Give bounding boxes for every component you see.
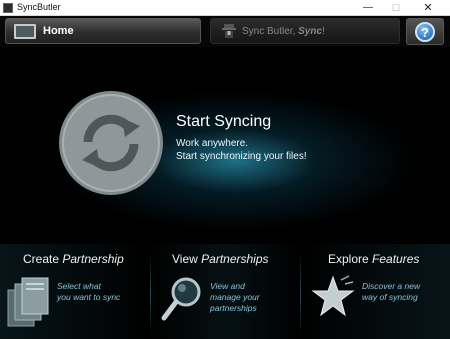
sync-arrows-icon[interactable] xyxy=(58,90,164,196)
start-syncing-title[interactable]: Start Syncing xyxy=(176,113,271,131)
magnifier-icon xyxy=(161,277,201,321)
minimize-button[interactable]: — xyxy=(354,0,382,16)
close-button[interactable]: ✕ xyxy=(414,0,442,16)
app-content: Home Sync Butler, Sync! ? Start Syncing … xyxy=(0,16,450,339)
app-icon xyxy=(3,3,13,13)
sync-butler-tab-label: Sync Butler, Sync! xyxy=(242,26,325,37)
explore-features-title: Explore Features xyxy=(328,252,420,266)
window-title: SyncButler xyxy=(17,2,61,12)
sync-butler-tab[interactable]: Sync Butler, Sync! xyxy=(210,18,400,44)
view-partnerships-title: View Partnerships xyxy=(172,252,269,266)
top-navigation: Home Sync Butler, Sync! ? xyxy=(0,16,450,47)
explore-features-panel[interactable]: Explore Features Discover a new way of s… xyxy=(300,244,450,339)
explore-features-description: Discover a new way of syncing xyxy=(362,281,421,302)
start-syncing-subtitle-1: Work anywhere. xyxy=(176,138,249,149)
create-partnership-panel[interactable]: Create Partnership Select what you want … xyxy=(0,244,150,339)
maximize-button[interactable]: ☐ xyxy=(382,0,410,16)
home-tab[interactable]: Home xyxy=(5,18,201,44)
help-icon: ? xyxy=(415,22,435,42)
home-tab-label: Home xyxy=(43,25,74,37)
help-button[interactable]: ? xyxy=(406,18,444,45)
title-bar: SyncButler — ☐ ✕ xyxy=(0,0,450,16)
star-icon xyxy=(311,275,355,317)
create-partnership-title: Create Partnership xyxy=(23,252,124,266)
view-partnerships-panel[interactable]: View Partnerships View and manage your p… xyxy=(150,244,300,339)
start-syncing-subtitle-2: Start synchronizing your files! xyxy=(176,151,307,162)
butler-icon xyxy=(222,24,236,38)
view-partnerships-description: View and manage your partnerships xyxy=(210,281,260,313)
documents-icon xyxy=(7,277,49,327)
create-partnership-description: Select what you want to sync xyxy=(57,281,121,302)
monitor-icon xyxy=(14,24,36,39)
